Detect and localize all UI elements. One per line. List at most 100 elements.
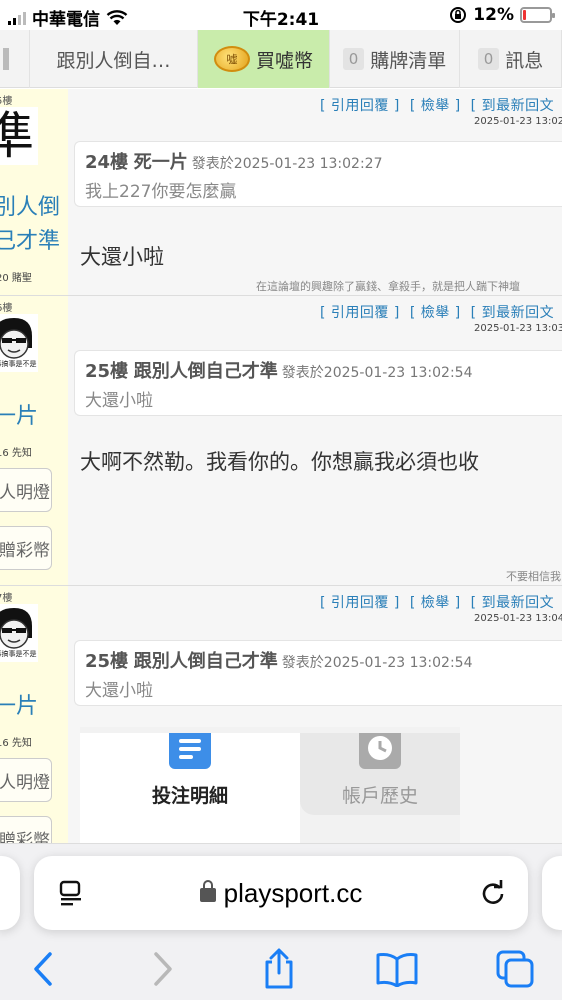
receipt-icon [169,733,211,769]
browser-toolbar: playsport.cc [0,843,562,1000]
tab-account-history-label: 帳戶歷史 [341,785,418,807]
author-name[interactable]: 一片 [0,398,38,430]
floor-label: 7樓 [0,593,13,604]
quote-floor: 24樓 [85,152,129,173]
post-time: 2025-01-23 13:03:4 [474,323,562,334]
quote-date: 發表於2025-01-23 13:02:54 [281,655,473,671]
post-floor-5: 5樓 準 別人倒 己才準 20 賭聖 [ 引用回覆 ] [ 檢舉 ] [ 到最新回文… [0,89,562,296]
share-button[interactable] [254,944,304,994]
author-name-line1[interactable]: 別人倒 [0,189,60,221]
tab-thread-label: 跟別人倒自… [56,49,171,72]
tab-purchase-label: 購牌清單 [370,49,447,72]
top-tab-bar: 跟別人倒自… 噓 買噓幣 0 購牌清單 0 訊息 [0,30,562,88]
back-button[interactable] [18,944,68,994]
quote-text: 大還小啦 [85,681,153,701]
post-time: 2025-01-23 13:04:4 [474,613,562,624]
post-sidebar: 5樓 準 別人倒 己才準 20 賭聖 [0,89,68,295]
meme-caption: 凡事搞事是不是 [0,650,37,658]
message-count-badge: 0 [477,48,500,70]
signature: 不要相信我 [506,570,561,583]
meme-caption: 凡事搞事是不是 [0,360,37,368]
url-label: playsport.cc [223,878,363,908]
post-text: 大還小啦 [80,245,164,269]
quote-header: 24樓 死一片 發表於2025-01-23 13:02:27 [85,148,552,174]
author-rank: 16 先知 [0,738,32,749]
tab-bet-details-label: 投注明細 [151,785,228,807]
author-rank: 20 賭聖 [0,273,32,284]
quote-header: 25樓 跟別人倒自己才準 發表於2025-01-23 13:02:54 [85,647,552,673]
bookmarks-button[interactable] [372,944,422,994]
post-text: 大啊不然勒。我看你的。你想贏我必須也收 [80,450,479,474]
quote-author[interactable]: 死一片 [134,152,188,173]
quote-block: 25樓 跟別人倒自己才準 發表於2025-01-23 13:02:54 大還小啦 [74,640,562,706]
floor-label: 5樓 [0,96,13,107]
latest-reply-link[interactable]: [ 到最新回文 [471,98,554,114]
mentor-button[interactable]: 人明燈 [0,468,52,512]
quote-floor: 25樓 [85,361,129,382]
post-actions: [ 引用回覆 ] [ 檢舉 ] [ 到最新回文 [320,95,562,115]
tab-messages-label: 訊息 [505,49,544,72]
forward-button[interactable] [138,944,188,994]
tab-buy-label: 買噓幣 [255,49,313,72]
mentor-button[interactable]: 人明燈 [0,758,52,802]
author-name-line2[interactable]: 己才準 [0,223,60,255]
url-display[interactable]: playsport.cc [34,878,528,909]
battery-percent: 12% [473,5,514,25]
avatar[interactable]: 凡事搞事是不是 [0,314,38,372]
reload-icon[interactable] [478,878,508,908]
quote-floor: 25樓 [85,651,129,672]
nav-bar [0,944,562,994]
quote-text: 我上227你要怎麼贏 [85,182,237,202]
quote-date: 發表於2025-01-23 13:02:54 [281,365,473,381]
tab-messages[interactable]: 0 訊息 [460,30,562,88]
quote-block: 24樓 死一片 發表於2025-01-23 13:02:27 我上227你要怎麼贏 [74,141,562,207]
menu-icon [2,48,9,70]
orientation-lock-icon [450,7,467,23]
quote-header: 25樓 跟別人倒自己才準 發表於2025-01-23 13:02:54 [85,357,552,383]
status-bar: 中華電信 下午2:41 12% [0,0,562,30]
latest-reply-link[interactable]: [ 到最新回文 [471,595,554,611]
avatar[interactable]: 準 [0,107,38,165]
clock-icon [359,733,401,769]
quote-reply-link[interactable]: [ 引用回覆 ] [320,98,400,114]
report-link[interactable]: [ 檢舉 ] [410,305,461,321]
tab-thread[interactable]: 跟別人倒自… [30,30,198,88]
floor-label: 6樓 [0,303,13,314]
tab-bet-details[interactable]: 投注明細 [80,733,300,843]
signature: 在這論壇的興趣除了贏錢、拿殺手，就是把人踹下神壇 [256,280,520,293]
tab-buy-coins[interactable]: 噓 買噓幣 [198,30,330,88]
avatar[interactable]: 凡事搞事是不是 [0,604,38,662]
latest-reply-link[interactable]: [ 到最新回文 [471,305,554,321]
post-floor-6: 6樓 凡事搞事是不是 一片 16 先知 人明燈 贈彩幣 [ 引用回覆 ] [ 檢舉… [0,296,562,586]
thread-content: 5樓 準 別人倒 己才準 20 賭聖 [ 引用回覆 ] [ 檢舉 ] [ 到最新回文… [0,89,562,843]
gift-coins-button[interactable]: 贈彩幣 [0,526,52,570]
quote-block: 25樓 跟別人倒自己才準 發表於2025-01-23 13:02:54 大還小啦 [74,350,562,416]
coin-icon: 噓 [213,46,250,72]
quote-author[interactable]: 跟別人倒自己才準 [134,361,278,382]
gift-coins-button[interactable]: 贈彩幣 [0,816,52,843]
tabs-button[interactable] [490,944,540,994]
tabs-icon [496,950,534,988]
post-time: 2025-01-23 13:02:5 [474,116,562,127]
quote-text: 大還小啦 [85,391,153,411]
prev-tab-card[interactable] [0,856,20,930]
chevron-left-icon [34,952,52,986]
author-rank: 16 先知 [0,448,32,459]
post-actions: [ 引用回覆 ] [ 檢舉 ] [ 到最新回文 [320,302,562,322]
status-right: 12% [449,5,555,25]
next-tab-card[interactable] [542,856,562,930]
share-icon [265,948,293,989]
tab-purchase-list[interactable]: 0 購牌清單 [330,30,460,88]
tab-back-partial[interactable] [0,30,30,88]
quote-author[interactable]: 跟別人倒自己才準 [134,651,278,672]
address-bar[interactable]: playsport.cc [34,856,528,930]
quote-reply-link[interactable]: [ 引用回覆 ] [320,305,400,321]
report-link[interactable]: [ 檢舉 ] [410,98,461,114]
quote-date: 發表於2025-01-23 13:02:27 [191,156,383,172]
tab-account-history[interactable]: 帳戶歷史 [300,733,460,815]
author-name[interactable]: 一片 [0,688,38,720]
post-sidebar: 7樓 凡事搞事是不是 一片 16 先知 人明燈 贈彩幣 [0,586,68,843]
report-link[interactable]: [ 檢舉 ] [410,595,461,611]
battery-level [523,10,527,20]
quote-reply-link[interactable]: [ 引用回覆 ] [320,595,400,611]
